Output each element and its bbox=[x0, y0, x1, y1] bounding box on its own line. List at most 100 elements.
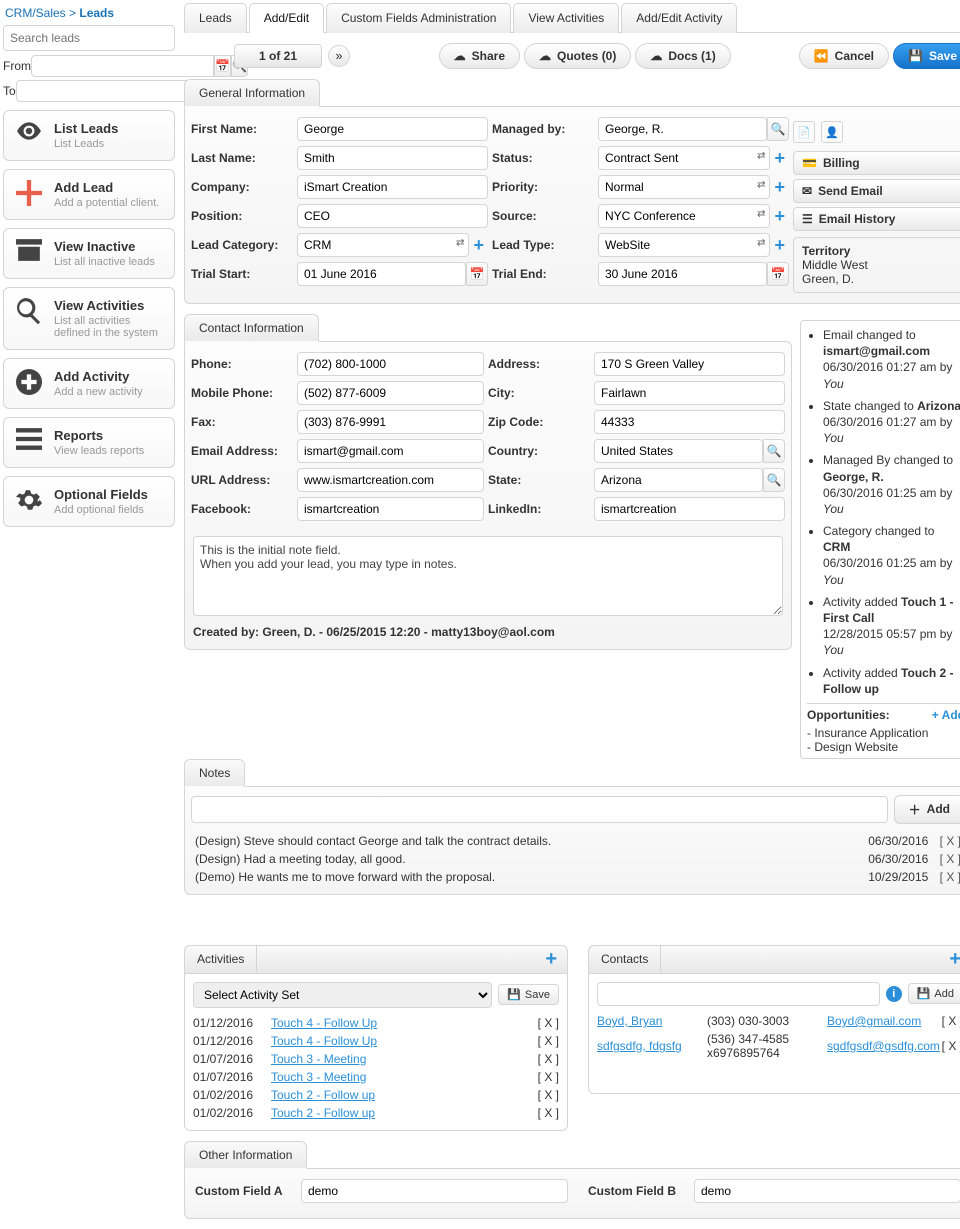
city-input[interactable] bbox=[594, 381, 785, 405]
search-icon[interactable]: 🔍 bbox=[763, 468, 785, 492]
contacts-add-button[interactable]: 💾Add bbox=[908, 983, 960, 1004]
add-status-icon[interactable]: + bbox=[770, 148, 789, 169]
cloud-icon: ☁ bbox=[539, 49, 551, 63]
tab-add-edit-activity[interactable]: Add/Edit Activity bbox=[621, 3, 737, 33]
managed-by-input[interactable] bbox=[598, 117, 767, 141]
date-to-input[interactable] bbox=[16, 80, 199, 102]
linkedin-input[interactable] bbox=[594, 497, 785, 521]
calendar-icon[interactable]: 📅 bbox=[767, 262, 789, 286]
trial-start-input[interactable] bbox=[297, 262, 466, 286]
first-name-input[interactable] bbox=[297, 117, 488, 141]
contact-search-input[interactable] bbox=[597, 982, 880, 1006]
add-category-icon[interactable]: + bbox=[469, 235, 488, 256]
share-button[interactable]: ☁Share bbox=[439, 43, 520, 69]
delete-activity[interactable]: [ X ] bbox=[538, 1016, 559, 1030]
email-history-button[interactable]: ☰Email History bbox=[793, 207, 960, 231]
url-input[interactable] bbox=[297, 468, 484, 492]
add-activity-icon[interactable]: + bbox=[535, 946, 567, 973]
zip-input[interactable] bbox=[594, 410, 785, 434]
trial-end-input[interactable] bbox=[598, 262, 767, 286]
add-priority-icon[interactable]: + bbox=[770, 177, 789, 198]
first-name-label: First Name: bbox=[191, 122, 297, 136]
info-icon[interactable]: i bbox=[886, 986, 902, 1002]
contact-name-link[interactable]: sdfgsdfg, fdgsfg bbox=[597, 1039, 707, 1053]
delete-activity[interactable]: [ X ] bbox=[538, 1088, 559, 1102]
delete-activity[interactable]: [ X ] bbox=[538, 1106, 559, 1120]
tab-add-edit[interactable]: Add/Edit bbox=[249, 3, 324, 33]
opps-add-link[interactable]: + Add bbox=[932, 708, 960, 722]
position-input[interactable] bbox=[297, 204, 488, 228]
add-contact-icon[interactable]: + bbox=[939, 946, 960, 973]
tab-custom-fields[interactable]: Custom Fields Administration bbox=[326, 3, 511, 33]
status-select[interactable] bbox=[598, 146, 770, 170]
nav-view-activities[interactable]: View ActivitiesList all activities defin… bbox=[3, 287, 175, 350]
contact-name-link[interactable]: Boyd, Bryan bbox=[597, 1014, 707, 1028]
activity-link[interactable]: Touch 4 - Follow Up bbox=[271, 1034, 377, 1048]
new-note-input[interactable] bbox=[191, 796, 888, 823]
state-input[interactable] bbox=[594, 468, 763, 492]
search-input[interactable] bbox=[3, 25, 175, 51]
add-note-button[interactable]: ＋Add bbox=[894, 795, 960, 824]
search-icon[interactable]: 🔍 bbox=[767, 117, 789, 141]
delete-activity[interactable]: [ X ] bbox=[538, 1052, 559, 1066]
last-name-input[interactable] bbox=[297, 146, 488, 170]
address-input[interactable] bbox=[594, 352, 785, 376]
lead-category-select[interactable] bbox=[297, 233, 469, 257]
delete-contact[interactable]: [ X ] bbox=[942, 1039, 960, 1053]
pdf-icon[interactable]: 📄 bbox=[793, 121, 815, 143]
breadcrumb[interactable]: CRM/Sales > Leads bbox=[3, 3, 175, 25]
company-input[interactable] bbox=[297, 175, 488, 199]
activity-item: 01/02/2016 Touch 2 - Follow up[ X ] bbox=[193, 1104, 559, 1122]
delete-activity[interactable]: [ X ] bbox=[538, 1070, 559, 1084]
contact-email-link[interactable]: Boyd@gmail.com bbox=[827, 1014, 921, 1028]
tab-view-activities[interactable]: View Activities bbox=[513, 3, 619, 33]
activity-link[interactable]: Touch 3 - Meeting bbox=[271, 1052, 366, 1066]
contacts-label: Contacts bbox=[589, 946, 661, 972]
activities-save-button[interactable]: 💾Save bbox=[498, 984, 559, 1005]
lead-note-textarea[interactable]: This is the initial note field. When you… bbox=[193, 536, 783, 616]
activity-link[interactable]: Touch 2 - Follow up bbox=[271, 1106, 375, 1120]
nav-add-activity[interactable]: Add ActivityAdd a new activity bbox=[3, 358, 175, 409]
fax-input[interactable] bbox=[297, 410, 484, 434]
phone-input[interactable] bbox=[297, 352, 484, 376]
tab-leads[interactable]: Leads bbox=[184, 3, 247, 33]
country-input[interactable] bbox=[594, 439, 763, 463]
activity-link[interactable]: Touch 4 - Follow Up bbox=[271, 1016, 377, 1030]
send-email-button[interactable]: ✉Send Email bbox=[793, 179, 960, 203]
billing-button[interactable]: 💳Billing bbox=[793, 151, 960, 175]
lead-type-select[interactable] bbox=[598, 233, 770, 257]
pager-next[interactable]: » bbox=[328, 45, 350, 67]
activity-link[interactable]: Touch 2 - Follow up bbox=[271, 1088, 375, 1102]
custom-b-input[interactable] bbox=[694, 1179, 960, 1203]
delete-note[interactable]: [ X ] bbox=[940, 870, 960, 884]
delete-note[interactable]: [ X ] bbox=[940, 852, 960, 866]
contact-email-link[interactable]: sgdfgsdf@gsdfg.com bbox=[827, 1039, 940, 1053]
delete-contact[interactable]: [ X ] bbox=[942, 1014, 960, 1028]
avatar-icon[interactable]: 👤 bbox=[821, 121, 843, 143]
facebook-input[interactable] bbox=[297, 497, 484, 521]
add-source-icon[interactable]: + bbox=[770, 206, 789, 227]
cancel-button[interactable]: ⏪Cancel bbox=[799, 43, 889, 69]
activity-set-select[interactable]: Select Activity Set bbox=[193, 982, 492, 1008]
save-button[interactable]: 💾Save bbox=[893, 43, 960, 69]
nav-list-leads[interactable]: List LeadsList Leads bbox=[3, 110, 175, 161]
custom-a-input[interactable] bbox=[301, 1179, 568, 1203]
activity-link[interactable]: Touch 3 - Meeting bbox=[271, 1070, 366, 1084]
nav-title: Add Lead bbox=[54, 180, 113, 195]
add-lead-type-icon[interactable]: + bbox=[770, 235, 789, 256]
delete-activity[interactable]: [ X ] bbox=[538, 1034, 559, 1048]
docs-button[interactable]: ☁Docs (1) bbox=[635, 43, 730, 69]
priority-select[interactable] bbox=[598, 175, 770, 199]
calendar-icon[interactable]: 📅 bbox=[466, 262, 488, 286]
nav-reports[interactable]: ReportsView leads reports bbox=[3, 417, 175, 468]
source-select[interactable] bbox=[598, 204, 770, 228]
mobile-input[interactable] bbox=[297, 381, 484, 405]
nav-optional-fields[interactable]: Optional FieldsAdd optional fields bbox=[3, 476, 175, 527]
contact-item: sdfgsdfg, fdgsfg(536) 347-4585 x69768957… bbox=[597, 1030, 960, 1062]
nav-view-inactive[interactable]: View InactiveList all inactive leads bbox=[3, 228, 175, 279]
email-input[interactable] bbox=[297, 439, 484, 463]
nav-add-lead[interactable]: Add LeadAdd a potential client. bbox=[3, 169, 175, 220]
quotes-button[interactable]: ☁Quotes (0) bbox=[524, 43, 631, 69]
search-icon[interactable]: 🔍 bbox=[763, 439, 785, 463]
delete-note[interactable]: [ X ] bbox=[940, 834, 960, 848]
